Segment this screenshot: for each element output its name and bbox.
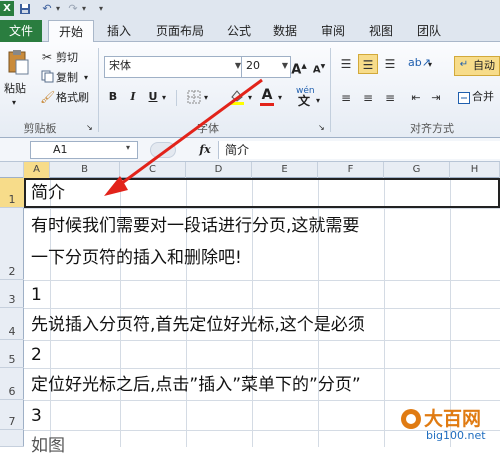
- watermark: 大百网 big100.net: [400, 404, 498, 446]
- annotation-arrow: [104, 78, 263, 196]
- watermark-logo-icon: [401, 409, 421, 429]
- watermark-name: 大百网: [424, 408, 482, 430]
- watermark-url: big100.net: [426, 429, 486, 442]
